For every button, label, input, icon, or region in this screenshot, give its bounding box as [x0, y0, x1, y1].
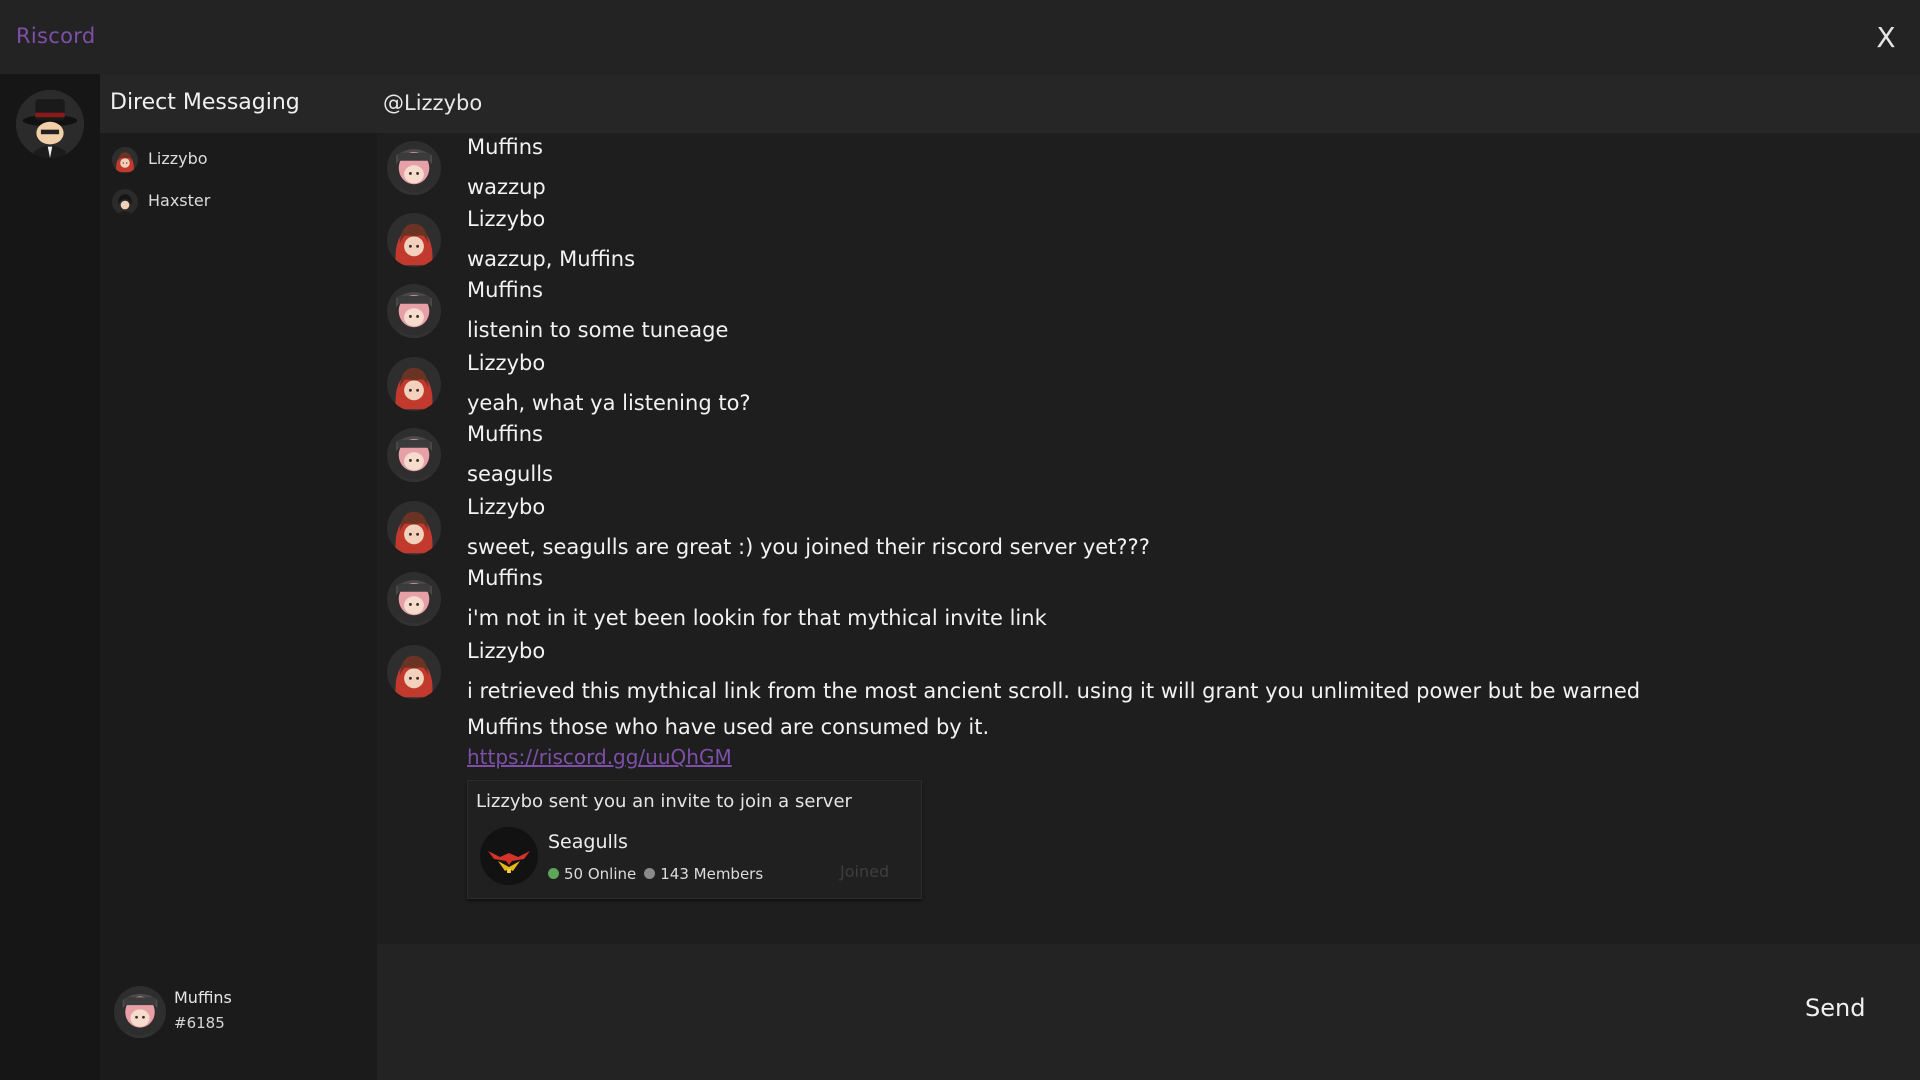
message-author[interactable]: Muffins — [467, 135, 543, 159]
message-text: i retrieved this mythical link from the … — [467, 679, 1641, 739]
message-text: seagulls — [467, 462, 553, 486]
invite-heading: Lizzybo sent you an invite to join a ser… — [476, 791, 852, 812]
dm-header: Direct Messaging — [100, 74, 377, 133]
online-dot-icon — [548, 867, 559, 879]
close-button[interactable]: X — [1868, 20, 1904, 56]
dm-title: Direct Messaging — [110, 90, 300, 115]
title-bar: Riscord X — [0, 0, 1920, 74]
members-dot-icon — [644, 867, 656, 879]
lizzybo-avatar[interactable] — [387, 357, 441, 411]
lizzybo-avatar — [112, 147, 138, 173]
muffins-avatar[interactable] — [387, 284, 441, 338]
message-text: sweet, seagulls are great :) you joined … — [467, 535, 1150, 559]
dm-panel: Direct Messaging Lizzybo Haxster — [100, 74, 377, 944]
user-panel: Muffins #6185 — [100, 944, 377, 1080]
invite-link[interactable]: https://riscord.gg/uuQhGM — [467, 745, 732, 769]
message-list: Muffins wazzup Lizzybo wazzup, Muffins M… — [377, 133, 1920, 944]
server-rail — [0, 74, 100, 1080]
invite-card: Lizzybo sent you an invite to join a ser… — [467, 780, 922, 899]
message-author[interactable]: Muffins — [467, 278, 543, 302]
message-text: wazzup, Muffins — [467, 247, 636, 271]
sidebar-item-label: Haxster — [148, 191, 211, 210]
sidebar-item-label: Lizzybo — [148, 149, 208, 168]
user-name: Muffins — [174, 988, 232, 1007]
online-count: 50 Online — [564, 865, 637, 883]
channel-title: @Lizzybo — [383, 91, 483, 115]
message-composer: Send — [377, 944, 1920, 1080]
message-input[interactable] — [387, 982, 1767, 1040]
muffins-avatar[interactable] — [387, 141, 441, 195]
top-hat-avatar-icon — [16, 90, 84, 158]
home-avatar[interactable] — [16, 90, 84, 158]
message-author[interactable]: Lizzybo — [467, 207, 545, 231]
muffins-avatar[interactable] — [387, 572, 441, 626]
chat-header: @Lizzybo — [377, 74, 1920, 133]
message-text: listenin to some tuneage — [467, 318, 729, 342]
send-button[interactable]: Send — [1805, 994, 1865, 1022]
user-avatar[interactable] — [114, 986, 166, 1038]
close-icon: X — [1876, 21, 1896, 54]
message-author[interactable]: Lizzybo — [467, 639, 545, 663]
server-name: Seagulls — [548, 831, 628, 853]
lizzybo-avatar[interactable] — [387, 645, 441, 699]
message-author[interactable]: Lizzybo — [467, 351, 545, 375]
message-text: yeah, what ya listening to? — [467, 391, 751, 415]
message-author[interactable]: Muffins — [467, 422, 543, 446]
message-author[interactable]: Muffins — [467, 566, 543, 590]
lizzybo-avatar[interactable] — [387, 501, 441, 555]
muffins-avatar[interactable] — [387, 428, 441, 482]
message-author[interactable]: Lizzybo — [467, 495, 545, 519]
message-text: wazzup — [467, 175, 546, 199]
member-count: 143 Members — [660, 865, 764, 883]
user-tag: #6185 — [174, 1014, 225, 1032]
seagull-server-icon — [480, 827, 538, 885]
joined-button[interactable]: Joined — [840, 862, 889, 881]
lizzybo-avatar[interactable] — [387, 213, 441, 267]
sidebar-item-haxster[interactable]: Haxster — [110, 183, 367, 219]
sidebar-item-lizzybo[interactable]: Lizzybo — [110, 141, 367, 177]
message-text: i'm not in it yet been lookin for that m… — [467, 606, 1047, 630]
haxster-avatar — [112, 189, 138, 215]
server-stats: 50 Online 143 Members — [548, 865, 763, 883]
app-title: Riscord — [16, 24, 96, 48]
